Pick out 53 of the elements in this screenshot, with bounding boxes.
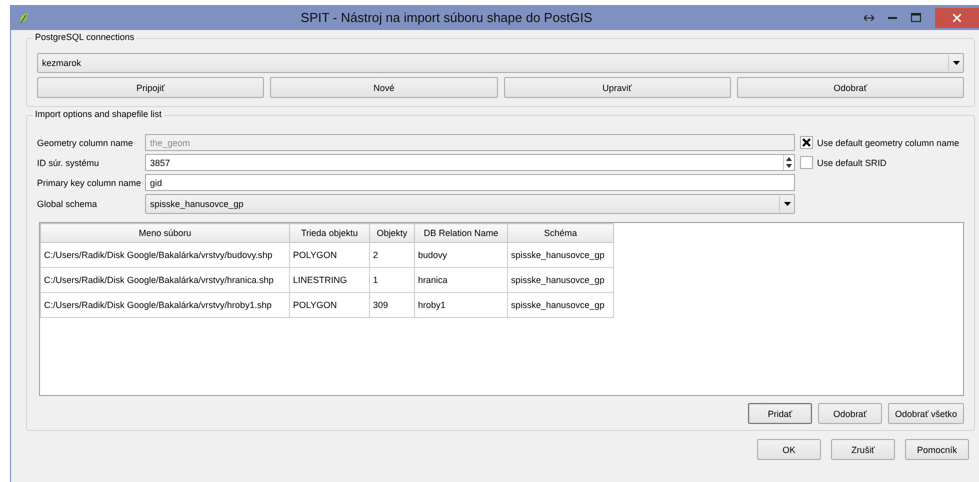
column-header[interactable]: Trieda objektu <box>290 224 370 242</box>
table-cell: 2 <box>370 242 414 268</box>
srid-spinbox[interactable]: 3857 <box>145 154 795 171</box>
column-header[interactable]: DB Relation Name <box>414 224 508 242</box>
connection-dropdown[interactable]: kezmarok <box>37 53 964 73</box>
table-cell: hroby1 <box>414 292 508 318</box>
table-cell: spisske_hanusovce_gp <box>508 292 614 318</box>
primary-key-field[interactable]: gid <box>145 174 795 191</box>
table-cell: POLYGON <box>290 242 370 268</box>
close-icon <box>953 14 961 22</box>
connection-button[interactable]: Odobrať <box>736 77 964 98</box>
table-cell: LINESTRING <box>290 268 370 292</box>
field-label: ID súr. systému <box>37 158 100 168</box>
field-label: Geometry column name <box>37 138 134 148</box>
schema-dropdown[interactable]: spisske_hanusovce_gp <box>145 194 795 214</box>
list-button[interactable]: Odobrať všetko <box>888 403 964 424</box>
table-cell: POLYGON <box>290 292 370 318</box>
group-title: Import options and shapefile list <box>33 109 164 119</box>
checkbox-label: Use default SRID <box>817 158 887 168</box>
list-button[interactable]: Odobrať <box>818 403 882 424</box>
window-title: SPIT - Nástroj na import súboru shape do PostGIS <box>300 10 594 25</box>
spinner-arrows-icon[interactable] <box>784 155 794 170</box>
close-button[interactable] <box>935 8 979 28</box>
table-cell: C:/Users/Radik/Disk Google/Bakalárka/vrstvy/budovy.shp <box>40 242 290 268</box>
table-cell: budovy <box>414 242 508 268</box>
connection-button[interactable]: Upraviť <box>504 77 731 98</box>
field-label: Primary key column name <box>37 178 142 188</box>
dialog-button[interactable]: Zrušiť <box>831 439 895 460</box>
checkbox[interactable] <box>800 156 813 169</box>
table-cell: hranica <box>414 268 508 292</box>
table-cell: C:/Users/Radik/Disk Google/Bakalárka/vrstvy/hroby1.shp <box>40 292 290 318</box>
checkbox-label: Use default geometry column name <box>817 138 960 148</box>
column-header[interactable]: Schéma <box>508 224 614 242</box>
table-cell: spisske_hanusovce_gp <box>508 242 614 268</box>
dialog-button[interactable]: OK <box>757 439 821 460</box>
connection-button[interactable]: Pripojiť <box>37 77 264 98</box>
dialog-button[interactable]: Pomocník <box>905 439 969 460</box>
group-title: PostgreSQL connections <box>33 32 136 42</box>
leaf-icon <box>19 12 29 24</box>
resize-arrows-icon[interactable] <box>864 14 874 20</box>
table-cell: 309 <box>370 292 414 318</box>
list-button[interactable]: Pridať <box>748 403 812 424</box>
table-cell: C:/Users/Radik/Disk Google/Bakalárka/vrstvy/hranica.shp <box>40 268 290 292</box>
dropdown-arrow-icon <box>784 202 790 206</box>
column-header[interactable]: Objekty <box>370 224 414 242</box>
table-cell: 1 <box>370 268 414 292</box>
column-header[interactable]: Meno súboru <box>40 224 290 242</box>
minimize-icon[interactable] <box>888 16 897 19</box>
dropdown-arrow-icon <box>952 61 960 65</box>
connection-button[interactable]: Nové <box>270 77 498 98</box>
maximize-icon[interactable] <box>911 13 921 22</box>
table-cell: spisske_hanusovce_gp <box>508 268 614 292</box>
field-label: Global schema <box>37 199 98 209</box>
